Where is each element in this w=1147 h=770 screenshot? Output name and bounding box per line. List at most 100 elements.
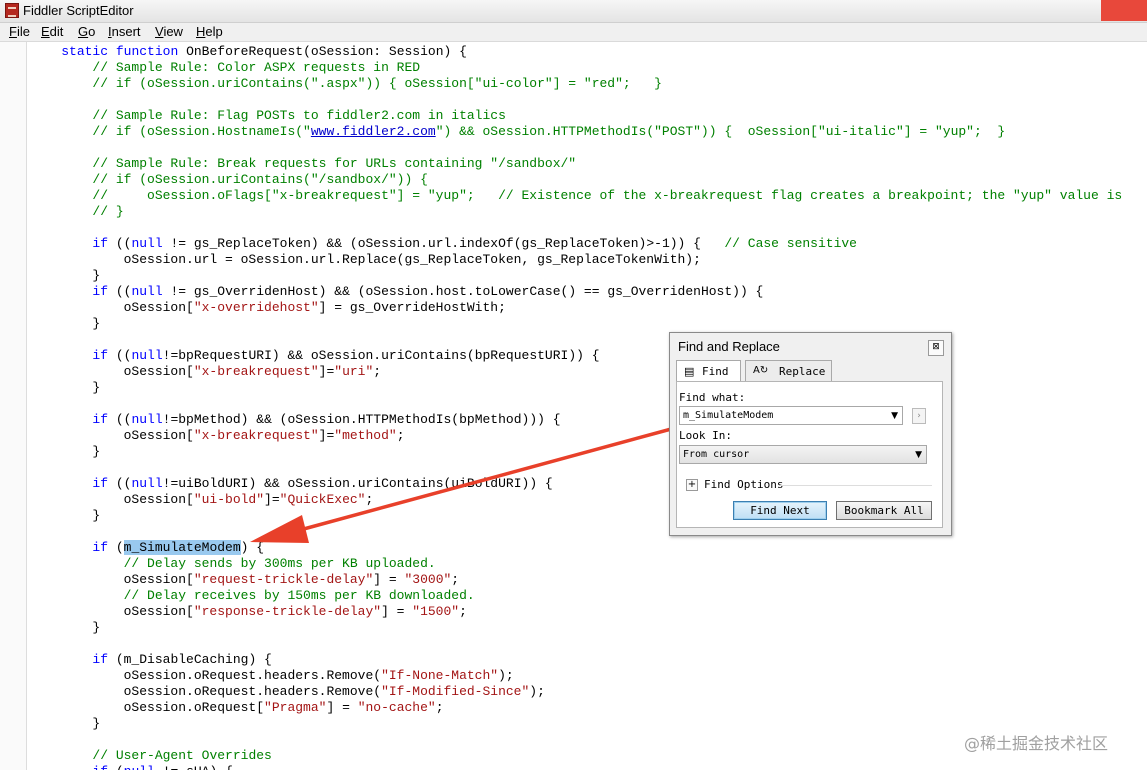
code-token: !=uiBoldURI) && oSession.uriContains(uiB…: [162, 476, 553, 491]
code-token: null: [131, 348, 163, 363]
code-line: // if (oSession.HostnameIs("www.fiddler2…: [30, 124, 1005, 140]
code-token: "request-trickle-delay": [193, 572, 374, 587]
code-line: if ((null!=bpMethod) && (oSession.HTTPMe…: [30, 412, 561, 428]
code-token: oSession[: [30, 300, 194, 315]
code-token: ]=: [318, 428, 335, 443]
code-line: }: [30, 444, 100, 460]
code-line: if (null != sUA) {: [30, 764, 233, 770]
code-token: ]=: [318, 364, 335, 379]
code-line: }: [30, 316, 100, 332]
code-token: }: [30, 316, 101, 331]
plus-icon[interactable]: +: [686, 479, 698, 491]
code-token: // Case sensitive: [724, 236, 857, 251]
code-token: "response-trickle-delay": [193, 604, 382, 619]
code-line: if ((null != gs_ReplaceToken) && (oSessi…: [30, 236, 857, 252]
title-bar: Fiddler ScriptEditor: [0, 0, 1147, 23]
selected-text: m_SimulateModem: [123, 540, 241, 555]
dialog-close-icon[interactable]: ⊠: [928, 340, 944, 356]
menu-help[interactable]: Help: [196, 24, 223, 39]
tab-replace-label: Replace: [779, 365, 826, 378]
menu-insert[interactable]: Insert: [108, 24, 141, 39]
code-line: if ((null!=bpRequestURI) && oSession.uri…: [30, 348, 599, 364]
code-line: // if (oSession.uriContains("/sandbox/")…: [30, 172, 427, 188]
code-line: // oSession.oFlags["x-breakrequest"] = "…: [30, 188, 1122, 204]
tab-find[interactable]: ▤ Find: [676, 360, 741, 382]
code-token: if: [92, 652, 109, 667]
code-token: ]=: [264, 492, 280, 507]
code-token: oSession[: [30, 364, 194, 379]
code-line: if ((null!=uiBoldURI) && oSession.uriCon…: [30, 476, 553, 492]
code-token: ;: [451, 572, 460, 587]
code-token: "QuickExec": [279, 492, 366, 507]
find-what-input[interactable]: m_SimulateModem ▼: [679, 406, 903, 425]
code-token: oSession[: [30, 604, 194, 619]
menu-bar: File Edit Go Insert View Help: [0, 23, 1147, 42]
code-token: ((: [108, 412, 132, 427]
bookmark-all-button[interactable]: Bookmark All: [836, 501, 932, 520]
code-token: }: [30, 444, 101, 459]
code-token: // User-Agent Overrides: [92, 748, 272, 763]
code-token: ((: [108, 348, 132, 363]
tab-replace[interactable]: A↻ Replace: [745, 360, 832, 381]
code-token: );: [498, 668, 514, 683]
find-options-label[interactable]: Find Options: [704, 478, 783, 491]
code-line: // Sample Rule: Break requests for URLs …: [30, 156, 576, 172]
menu-edit[interactable]: Edit: [41, 24, 63, 39]
menu-go[interactable]: Go: [78, 24, 95, 39]
look-in-label: Look In:: [679, 429, 732, 442]
editor-gutter: [0, 42, 27, 770]
code-token: }: [30, 508, 101, 523]
code-line: oSession["ui-bold"]="QuickExec";: [30, 492, 374, 508]
code-token: !=bpMethod) && (oSession.HTTPMethodIs(bp…: [162, 412, 561, 427]
chevron-right-icon[interactable]: ›: [912, 408, 926, 424]
code-token: }: [30, 380, 101, 395]
code-line: }: [30, 620, 100, 636]
code-token: if: [92, 236, 109, 251]
find-next-button[interactable]: Find Next: [733, 501, 827, 520]
code-line: // Delay receives by 150ms per KB downlo…: [30, 588, 475, 604]
code-line: // Sample Rule: Flag POSTs to fiddler2.c…: [30, 108, 505, 124]
code-token: "method": [334, 428, 397, 443]
code-token: oSession.oRequest.headers.Remove(: [30, 668, 382, 683]
code-token: ;: [396, 428, 405, 443]
code-line: oSession.oRequest.headers.Remove("If-Non…: [30, 668, 514, 684]
code-line: oSession.url = oSession.url.Replace(gs_R…: [30, 252, 701, 268]
code-token: oSession.oRequest.headers.Remove(: [30, 684, 382, 699]
code-line: oSession["x-breakrequest"]="uri";: [30, 364, 381, 380]
code-line: // if (oSession.uriContains(".aspx")) { …: [30, 76, 662, 92]
look-in-select[interactable]: From cursor ▼: [679, 445, 927, 464]
code-line: oSession["response-trickle-delay"] = "15…: [30, 604, 467, 620]
code-token: ] = gs_OverrideHostWith;: [318, 300, 506, 315]
code-line: // }: [30, 204, 123, 220]
code-token: }: [30, 268, 101, 283]
code-editor[interactable]: static function OnBeforeRequest(oSession…: [30, 44, 1147, 770]
chevron-down-icon[interactable]: ▼: [915, 450, 922, 460]
window-title: Fiddler ScriptEditor: [23, 3, 134, 18]
code-token: ((: [108, 284, 132, 299]
find-replace-dialog: Find and Replace ⊠ ▤ Find A↻ Replace Fin…: [669, 332, 952, 536]
options-divider: [780, 485, 932, 486]
code-token: null: [124, 764, 155, 770]
chevron-down-icon[interactable]: ▼: [891, 411, 898, 421]
code-token: www.fiddler2.com: [310, 124, 436, 139]
code-line: }: [30, 268, 100, 284]
menu-view[interactable]: View: [155, 24, 183, 39]
code-token: "x-overridehost": [193, 300, 319, 315]
code-token: (: [108, 764, 124, 770]
code-token: ] =: [381, 604, 413, 619]
code-token: "x-breakrequest": [193, 428, 319, 443]
code-token: != gs_ReplaceToken) && (oSession.url.ind…: [162, 236, 725, 251]
menu-file[interactable]: File: [9, 24, 30, 39]
window-close-button[interactable]: [1101, 0, 1147, 21]
code-token: ((: [108, 236, 132, 251]
code-token: != sUA) {: [155, 764, 233, 770]
code-token: ;: [365, 492, 374, 507]
